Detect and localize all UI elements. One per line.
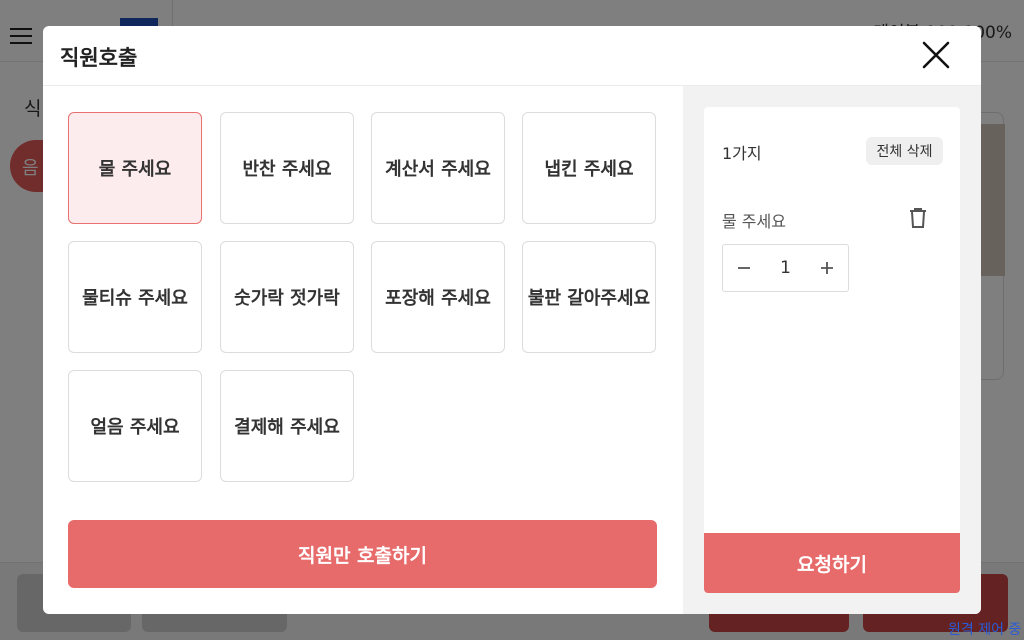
call-staff-only-button[interactable]: 직원만 호출하기 <box>68 520 657 588</box>
option-payment[interactable]: 결제해 주세요 <box>220 370 354 482</box>
quantity-value: 1 <box>780 258 791 278</box>
selected-item-name: 물 주세요 <box>722 212 786 231</box>
option-wet-tissue[interactable]: 물티슈 주세요 <box>68 241 202 353</box>
plus-icon[interactable] <box>806 245 848 291</box>
option-side-dish[interactable]: 반찬 주세요 <box>220 112 354 224</box>
option-water[interactable]: 물 주세요 <box>68 112 202 224</box>
option-napkin[interactable]: 냅킨 주세요 <box>522 112 656 224</box>
option-ice[interactable]: 얼음 주세요 <box>68 370 202 482</box>
summary-panel: 1가지 전체 삭제 물 주세요 1 요청하기 <box>683 86 981 614</box>
option-takeout[interactable]: 포장해 주세요 <box>371 241 505 353</box>
summary-card: 1가지 전체 삭제 물 주세요 1 요청하기 <box>704 107 960 593</box>
selected-count: 1가지 <box>722 144 762 163</box>
remote-control-link[interactable]: 원격 제어 중 <box>948 619 1021 639</box>
trash-icon[interactable] <box>908 207 928 229</box>
minus-icon[interactable] <box>723 245 765 291</box>
close-icon[interactable] <box>921 40 951 70</box>
clear-all-button[interactable]: 전체 삭제 <box>866 137 943 165</box>
modal-header: 직원호출 <box>43 26 981 86</box>
option-bill[interactable]: 계산서 주세요 <box>371 112 505 224</box>
option-spoon-chopsticks[interactable]: 숫가락 젓가락 <box>220 241 354 353</box>
option-change-grill[interactable]: 불판 갈아주세요 <box>522 241 656 353</box>
quantity-stepper: 1 <box>722 244 849 292</box>
modal-title: 직원호출 <box>60 46 138 70</box>
staff-call-modal: 직원호출 물 주세요 반찬 주세요 계산서 주세요 냅킨 주세요 물티슈 주세요… <box>43 26 981 614</box>
request-button[interactable]: 요청하기 <box>704 533 960 593</box>
